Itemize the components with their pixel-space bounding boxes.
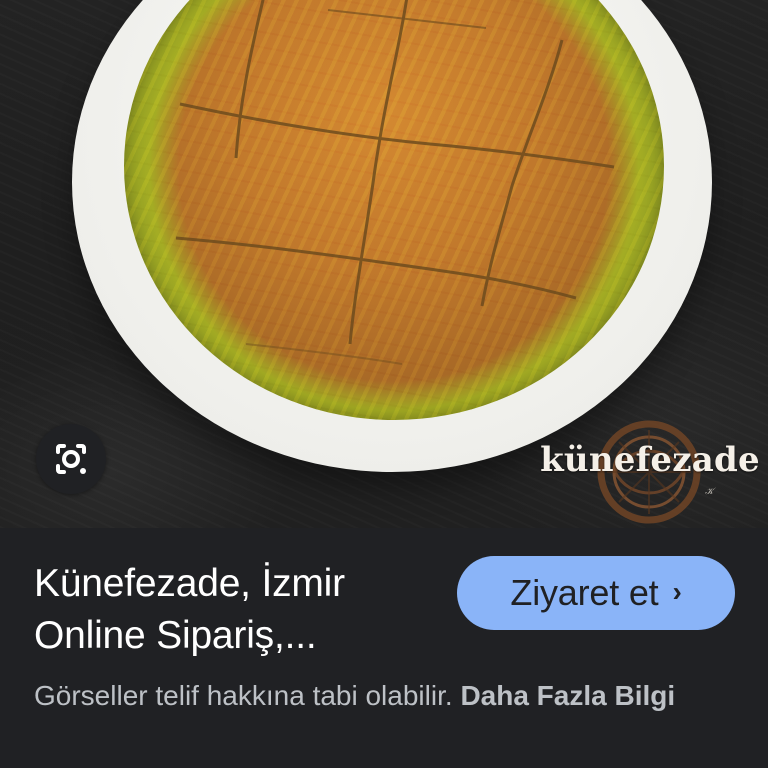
result-title-line-1[interactable]: Künefezade, İzmir (34, 558, 444, 610)
disclaimer-text: Görseller telif hakkına tabi olabilir. (34, 680, 453, 711)
image-result-card: künefezade 𝒦 Künefezade, İzmir Online Si… (0, 0, 768, 768)
result-title[interactable]: Künefezade, İzmir Online Sipariş,... (34, 558, 444, 662)
result-title-line-2[interactable]: Online Sipariş,... (34, 610, 444, 662)
visit-button[interactable]: Ziyaret et › (457, 556, 735, 630)
logo-signature: 𝒦 (705, 487, 714, 497)
visit-button-label: Ziyaret et (510, 572, 659, 613)
google-lens-icon (56, 444, 86, 474)
kunefezade-logo: künefezade 𝒦 (540, 410, 760, 528)
chevron-right-icon: › (672, 576, 682, 607)
more-info-link[interactable]: Daha Fazla Bilgi (460, 680, 675, 711)
result-image[interactable]: künefezade 𝒦 (0, 0, 768, 528)
brand-logo-text: künefezade (540, 440, 760, 480)
copyright-disclaimer: Görseller telif hakkına tabi olabilir. D… (34, 675, 738, 717)
google-lens-button[interactable] (36, 424, 106, 494)
